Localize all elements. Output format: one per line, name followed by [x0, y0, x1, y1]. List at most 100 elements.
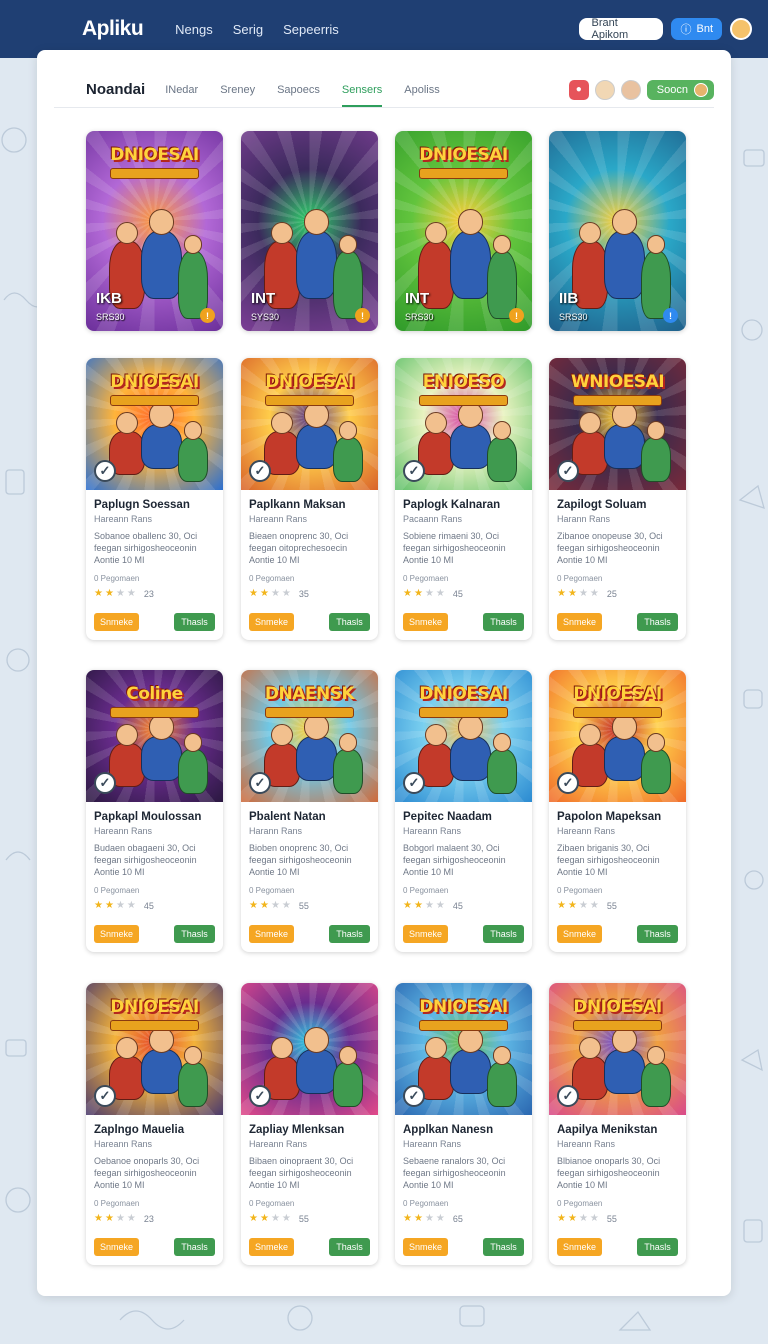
star-icon: ★ [557, 1213, 566, 1224]
check-circle-icon[interactable]: ✓ [249, 1085, 271, 1107]
star-icon: ★ [270, 1213, 280, 1224]
app-card[interactable]: ENIOESO ✓ Paplogk Kalnaran Pacaann Rans Sobi… [395, 358, 532, 640]
app-card[interactable]: DNAENSK ✓ Pbalent Natan Harann Rans Bioben o… [241, 670, 378, 952]
character-head [183, 421, 203, 440]
secondary-action-button[interactable]: Snmeke [403, 925, 448, 943]
featured-card[interactable]: IIB SRS30! [549, 131, 686, 331]
check-circle-icon[interactable]: ✓ [249, 772, 271, 794]
app-card[interactable]: ✓ Zapliay Mlenksan Hareann Rans Bibaen oino… [241, 983, 378, 1265]
user-avatar[interactable] [730, 18, 752, 40]
app-logo[interactable]: Apliku [82, 17, 144, 41]
character-head [492, 421, 512, 440]
check-circle-icon[interactable]: ✓ [94, 772, 116, 794]
top-nav-item-3[interactable]: Sepeerris [283, 22, 339, 37]
install-button[interactable]: Thasls [483, 925, 524, 943]
install-button[interactable]: Thasls [483, 1238, 524, 1256]
app-card[interactable]: Coline ✓ Papkapl Moulossan Hareann Rans Buda… [86, 670, 223, 952]
install-button[interactable]: Thasls [329, 925, 370, 943]
character-head [116, 1036, 139, 1059]
install-button[interactable]: Thasls [329, 613, 370, 631]
featured-card[interactable]: DNIOESAI IKB SRS30! [86, 131, 223, 331]
check-circle-icon[interactable]: ✓ [403, 460, 425, 482]
secondary-action-button[interactable]: Snmeke [94, 1238, 139, 1256]
artwork-title-banner [110, 395, 199, 406]
app-card[interactable]: DNIOESAI ✓ Paplugn Soessan Hareann Rans Soba… [86, 358, 223, 640]
install-button[interactable]: Thasls [637, 613, 678, 631]
featured-card[interactable]: INT SYS30! [241, 131, 378, 331]
character-head [148, 402, 175, 428]
star-icon: ★ [259, 588, 269, 599]
notification-icon[interactable]: ● [568, 79, 589, 100]
star-icon: ★ [270, 588, 280, 599]
star-icon: ★ [413, 900, 423, 911]
app-title: Paplkann Maksan [249, 499, 346, 511]
install-button[interactable]: Thasls [637, 925, 678, 943]
alert-badge-icon[interactable]: ! [663, 308, 678, 323]
app-developer: Hareann Rans [403, 1139, 462, 1149]
top-nav-item-1[interactable]: Nengs [175, 22, 213, 37]
featured-label: INT [251, 290, 276, 307]
install-button[interactable]: Thasls [174, 613, 215, 631]
featured-card[interactable]: DNIOESAI INT SRS30! [395, 131, 532, 331]
app-card[interactable]: WNIOESAI ✓ Zapilogt Soluam Harann Rans Ziban… [549, 358, 686, 640]
alert-badge-icon[interactable]: ! [200, 308, 215, 323]
character-figure [140, 736, 182, 781]
artwork-title-banner [110, 1020, 199, 1031]
check-circle-icon[interactable]: ✓ [403, 1085, 425, 1107]
star-icon: ★ [104, 588, 114, 599]
check-circle-icon[interactable]: ✓ [557, 460, 579, 482]
install-button[interactable]: Thasls [174, 925, 215, 943]
secondary-action-button[interactable]: Snmeke [557, 613, 602, 631]
app-card[interactable]: DNIOESAI ✓ Pepitec Naadam Hareann Rans Bobgo… [395, 670, 532, 952]
tab-2[interactable]: Sreney [220, 78, 255, 102]
check-circle-icon[interactable]: ✓ [403, 772, 425, 794]
friend-avatar-2[interactable] [620, 79, 641, 100]
card-body: Zaplngo Mauelia Hareann Rans Oebanoe onopa… [86, 1115, 223, 1224]
secondary-action-button[interactable]: Snmeke [249, 925, 294, 943]
secondary-action-button[interactable]: Snmeke [403, 1238, 448, 1256]
tab-3[interactable]: Sapoecs [277, 78, 320, 102]
primary-action-button[interactable]: ⓘ Bnt [671, 18, 722, 40]
check-circle-icon[interactable]: ✓ [94, 1085, 116, 1107]
card-actions: Snmeke Thasls [249, 613, 370, 631]
check-circle-icon[interactable]: ✓ [557, 772, 579, 794]
install-button[interactable]: Thasls [483, 613, 524, 631]
secondary-action-button[interactable]: Snmeke [94, 613, 139, 631]
check-circle-icon[interactable]: ✓ [94, 460, 116, 482]
check-circle-icon[interactable]: ✓ [249, 460, 271, 482]
top-nav-item-2[interactable]: Serig [233, 22, 263, 37]
app-card[interactable]: DNIOESAI ✓ Applkan Nanesn Hareann Rans Sebae… [395, 983, 532, 1265]
secondary-action-button[interactable]: Snmeke [557, 925, 602, 943]
character-figure [640, 749, 671, 795]
secondary-action-button[interactable]: Snmeke [249, 1238, 294, 1256]
install-button[interactable]: Thasls [174, 1238, 215, 1256]
character-figure [140, 424, 182, 469]
app-title: Papolon Mapeksan [557, 811, 662, 823]
character-head [457, 714, 484, 740]
character-figure [603, 736, 645, 781]
app-description: Bioben onoprenc 30, Oci feegan sirhigosh… [249, 843, 352, 877]
install-button[interactable]: Thasls [329, 1238, 370, 1256]
secondary-action-button[interactable]: Snmeke [403, 613, 448, 631]
secondary-action-button[interactable]: Snmeke [249, 613, 294, 631]
friend-avatar-1[interactable] [594, 79, 615, 100]
artwork-title-text: DNIOESAI [419, 997, 508, 1017]
tab-1[interactable]: INedar [165, 78, 198, 102]
secondary-action-button[interactable]: Snmeke [557, 1238, 602, 1256]
app-card[interactable]: DNIOESAI ✓ Paplkann Maksan Hareann Rans Biea… [241, 358, 378, 640]
alert-badge-icon[interactable]: ! [509, 308, 524, 323]
star-icon: ★ [94, 900, 103, 911]
app-card[interactable]: DNIOESAI ✓ Papolon Mapeksan Hareann Rans Zib… [549, 670, 686, 952]
tab-5[interactable]: Apoliss [404, 78, 439, 102]
check-circle-icon[interactable]: ✓ [557, 1085, 579, 1107]
alert-badge-icon[interactable]: ! [355, 308, 370, 323]
search-button[interactable]: Brant Apikom [579, 17, 664, 41]
secondary-action-button[interactable]: Snmeke [94, 925, 139, 943]
header-pill-button[interactable]: Soocn [646, 79, 714, 100]
app-card[interactable]: DNIOESAI ✓ Aapilya Menikstan Hareann Rans Bl… [549, 983, 686, 1265]
install-button[interactable]: Thasls [637, 1238, 678, 1256]
app-card[interactable]: DNIOESAI ✓ Zaplngo Mauelia Hareann Rans Oeba… [86, 983, 223, 1265]
tab-4-active[interactable]: Sensers [341, 78, 383, 107]
app-description: Zibaen briganis 30, Oci feegan sirhigosh… [557, 843, 660, 877]
rating-value: 23 [143, 1213, 154, 1224]
